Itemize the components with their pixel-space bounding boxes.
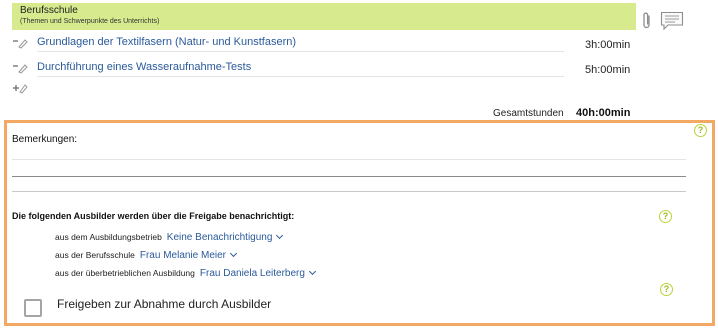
release-panel — [4, 120, 715, 326]
chevron-down-icon[interactable] — [276, 231, 284, 240]
paperclip-icon[interactable] — [641, 11, 653, 31]
comment-icon[interactable] — [660, 11, 684, 31]
notify-heading: Die folgenden Ausbilder werden über die … — [12, 211, 295, 221]
release-checkbox[interactable] — [24, 299, 42, 317]
help-icon[interactable]: ? — [694, 124, 707, 137]
edit-topic-icon[interactable] — [12, 62, 28, 74]
topic-hours: 3h:00min — [585, 39, 631, 51]
notify-company-label: aus dem Ausbildungsbetrieb — [55, 232, 162, 242]
edit-topic-icon[interactable] — [12, 37, 28, 49]
chevron-down-icon[interactable] — [229, 249, 238, 258]
section-title: Berufsschule — [20, 5, 78, 16]
notify-intercompany-row: aus der überbetrieblichen Ausbildung Frau… — [55, 263, 316, 281]
divider — [37, 51, 564, 52]
add-topic-icon[interactable] — [12, 82, 28, 94]
topic-link[interactable]: Durchführung eines Wasseraufnahme-Tests — [37, 61, 251, 73]
chevron-down-icon[interactable] — [308, 267, 316, 276]
notify-company-row: aus dem Ausbildungsbetrieb Keine Benachri… — [55, 227, 284, 245]
notify-intercompany-label: aus der überbetrieblichen Ausbildung — [55, 268, 195, 278]
topic-link[interactable]: Grundlagen der Textilfasern (Natur- und … — [37, 36, 296, 48]
help-icon[interactable]: ? — [659, 210, 672, 223]
topic-row: Grundlagen der Textilfasern (Natur- und … — [12, 35, 632, 53]
help-icon[interactable]: ? — [660, 283, 673, 296]
topic-hours: 5h:00min — [585, 64, 631, 76]
section-subtitle: (Themen und Schwerpunkte des Unterrichts… — [20, 18, 160, 25]
remarks-label: Bemerkungen: — [12, 134, 78, 145]
notify-school-label: aus der Berufsschule — [55, 250, 135, 260]
release-label[interactable]: Freigeben zur Abnahme durch Ausbilder — [57, 297, 271, 311]
notify-intercompany-select[interactable]: Frau Daniela Leiterberg — [200, 268, 305, 279]
total-hours-label: Gesamtstunden — [493, 108, 564, 119]
section-header: Berufsschule (Themen und Schwerpunkte de… — [12, 3, 636, 30]
topic-row: Durchführung eines Wasseraufnahme-Tests … — [12, 60, 632, 78]
divider — [12, 159, 686, 160]
notify-school-row: aus der Berufsschule Frau Melanie Meier — [55, 245, 238, 263]
total-hours-value: 40h:00min — [576, 107, 631, 119]
notify-school-select[interactable]: Frau Melanie Meier — [140, 250, 226, 261]
divider — [37, 76, 564, 77]
notify-company-select[interactable]: Keine Benachrichtigung — [167, 232, 273, 243]
remarks-input[interactable] — [12, 176, 686, 192]
